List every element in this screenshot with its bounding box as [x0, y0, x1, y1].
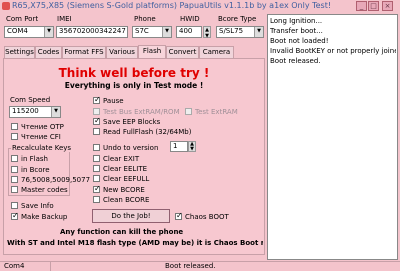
clear-eelite-label: Clear EELITE: [103, 165, 148, 173]
window-title: R65,X75,X85 (Siemens S-Gold platforms) P…: [12, 1, 332, 10]
save-eep-checkbox[interactable]: [93, 116, 101, 125]
com-speed-label: Com Speed: [10, 96, 51, 104]
tab-codes[interactable]: Codes: [35, 46, 62, 58]
test-bus-checkbox: [93, 108, 100, 115]
test-extram-label: Test ExtRAM: [195, 108, 238, 116]
tab-flash[interactable]: Flash: [138, 45, 166, 59]
warning-headline: Think well before try !: [58, 66, 210, 80]
hwid-stepper[interactable]: ▲ ▼: [203, 26, 211, 39]
keys-values-checkbox[interactable]: [11, 176, 18, 183]
phone-select[interactable]: S7C ▼: [132, 26, 172, 38]
clean-bcore-label: Clean BCORE: [103, 196, 150, 204]
log-line: Boot released.: [270, 57, 321, 65]
clear-eefull-label: Clear EEFULL: [103, 175, 150, 183]
in-bcore-checkbox[interactable]: [11, 166, 18, 173]
keys-values-label: 76,5008,5009,5077: [21, 176, 91, 184]
chevron-down-icon[interactable]: ▼: [44, 27, 53, 37]
chevron-down-icon[interactable]: ▼: [51, 107, 60, 117]
log-line: Invalid BootKEY or not properly joine: [270, 47, 396, 55]
clear-exit-checkbox[interactable]: [93, 155, 100, 162]
read-otp-label: Чтение OTP: [21, 123, 64, 131]
tab-camera[interactable]: Camera: [199, 46, 234, 58]
read-cfi-checkbox[interactable]: [11, 133, 18, 140]
status-divider: [50, 261, 51, 271]
tab-settings[interactable]: Settings: [4, 46, 35, 58]
do-job-button[interactable]: Do the Job!: [92, 209, 170, 223]
clean-bcore-checkbox[interactable]: [93, 196, 100, 203]
in-bcore-label: in Bcore: [21, 166, 50, 174]
undo-version-stepper[interactable]: ▲ ▼: [188, 141, 196, 152]
pause-label: Pause: [103, 97, 124, 105]
chaos-boot-checkbox[interactable]: [175, 211, 183, 220]
com-speed-select[interactable]: 115200 ▼: [9, 106, 61, 118]
phone-label: Phone: [134, 15, 156, 23]
read-fullflash-label: Read FullFlash (32/64Mb): [103, 128, 192, 136]
maximize-icon[interactable]: □: [368, 1, 379, 11]
status-message: Boot released.: [165, 262, 216, 270]
test-extram-checkbox: [185, 108, 192, 115]
undo-version-checkbox[interactable]: [93, 144, 100, 151]
clear-eefull-checkbox[interactable]: [93, 175, 100, 182]
in-flash-checkbox[interactable]: [11, 155, 18, 162]
status-port: Com4: [4, 262, 25, 270]
undo-version-label: Undo to version: [103, 144, 159, 152]
log-line: Long Ignition...: [270, 17, 323, 25]
undo-version-field[interactable]: 1: [170, 141, 188, 152]
chevron-down-icon[interactable]: ▼: [162, 27, 171, 37]
in-flash-label: in Flash: [21, 155, 48, 163]
master-codes-checkbox[interactable]: [11, 186, 18, 193]
recalculate-keys-label: Recalculate Keys: [11, 144, 73, 152]
save-info-checkbox[interactable]: [11, 202, 18, 209]
log-line: Boot not loaded!: [270, 37, 329, 45]
log-line: Transfer boot...: [270, 27, 323, 35]
save-eep-label: Save EEP Blocks: [103, 118, 161, 126]
hwid-label: HWID: [180, 15, 200, 23]
imei-label: IMEI: [57, 15, 72, 23]
tab-various[interactable]: Various: [106, 46, 138, 58]
com-port-label: Com Port: [6, 15, 39, 23]
clear-eelite-checkbox[interactable]: [93, 165, 100, 172]
master-codes-label: Master codes: [21, 186, 68, 194]
hwid-field[interactable]: 400: [176, 26, 202, 38]
tab-format-ffs[interactable]: Format FFS: [62, 46, 106, 58]
app-icon: [2, 2, 10, 10]
warning-kill-phone: Any function can kill the phone: [60, 228, 184, 236]
imei-field[interactable]: 356702000342247: [56, 26, 128, 38]
pause-checkbox[interactable]: [93, 95, 101, 104]
test-bus-label: Test Bus ExtRAM/ROM: [103, 108, 180, 116]
com-port-select[interactable]: COM4 ▼: [4, 26, 54, 38]
chaos-boot-label: Chaos BOOT: [185, 213, 229, 221]
tab-convert[interactable]: Convert: [166, 46, 199, 58]
make-backup-label: Make Backup: [21, 213, 68, 221]
bcore-select[interactable]: S/SL75 ▼: [216, 26, 264, 38]
new-bcore-label: New BCORE: [103, 186, 145, 194]
close-icon[interactable]: ×: [382, 1, 393, 11]
make-backup-checkbox[interactable]: [11, 211, 19, 220]
warning-chaos-boot: With ST and Intel M18 flash type (AMD ma…: [7, 239, 263, 247]
chevron-down-icon[interactable]: ▼: [254, 27, 263, 37]
minimize-icon[interactable]: _: [356, 1, 367, 11]
read-fullflash-checkbox[interactable]: [93, 128, 100, 135]
read-cfi-label: Чтение CFI: [21, 133, 61, 141]
save-info-label: Save Info: [21, 202, 54, 210]
clear-exit-label: Clear EXIT: [103, 155, 140, 163]
bcore-label: Bcore Type: [218, 15, 257, 23]
read-otp-checkbox[interactable]: [11, 123, 18, 130]
new-bcore-checkbox[interactable]: [93, 184, 101, 193]
warning-subline: Everything is only in Test mode !: [64, 81, 204, 90]
